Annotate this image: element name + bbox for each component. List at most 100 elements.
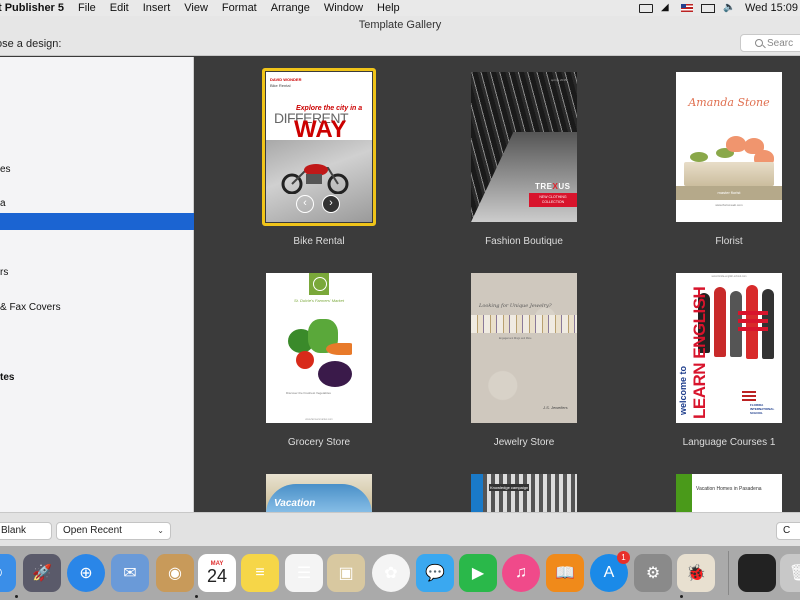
- menu-arrange[interactable]: Arrange: [271, 2, 310, 14]
- publisher-glyph: 🐞: [686, 565, 706, 582]
- next-page-button[interactable]: ›: [322, 195, 340, 213]
- template-thumbnail[interactable]: Vacation Homes in Pasadena: [676, 474, 782, 512]
- thumb-photo-strip: [471, 315, 577, 333]
- sidebar-item[interactable]: a: [0, 195, 194, 212]
- menu-view[interactable]: View: [184, 2, 208, 14]
- template-thumbnail[interactable]: Knowledge campaign: [471, 474, 577, 512]
- thumb-text: Vacation Homes in Pasadena: [696, 486, 762, 492]
- display-icon[interactable]: [700, 3, 715, 13]
- thumb-url: www.florida-english-school.com: [711, 275, 747, 278]
- dock: ☺ 🚀 ⊕ ✉ ◉ MAY24 ≡ ☰ ▣ ✿ 💬 ▶ ♫ 📖 A1 ⚙ 🐞 🗑: [0, 546, 800, 600]
- dock-contacts-icon[interactable]: ◉: [156, 554, 194, 592]
- template-gallery: DAVID WONDER Bike Rental Explore the cit…: [195, 57, 800, 512]
- app-store-glyph: A: [603, 564, 615, 581]
- dock-separator: [728, 551, 729, 595]
- open-recent-label: Open Recent: [63, 525, 122, 536]
- motorcycle-icon: [281, 164, 349, 194]
- menubar: t Publisher 5 File Edit Insert View Form…: [0, 0, 800, 16]
- dock-facetime-icon[interactable]: ▶: [459, 554, 497, 592]
- thumb-small: www.florist-web.com: [715, 203, 743, 207]
- open-recent-dropdown[interactable]: Open Recent ⌄: [56, 522, 171, 540]
- thumb-url: www.farmersmarket.com: [305, 418, 333, 421]
- template-caption: Language Courses 1: [682, 437, 776, 448]
- thumb-banner: NEW CLOTHING COLLECTION: [529, 193, 577, 207]
- thumb-sub: Bike Rental: [270, 83, 291, 88]
- sidebar-section-header: tes: [0, 372, 15, 383]
- system-preferences-glyph: ⚙: [645, 565, 661, 582]
- trash-glyph: 🗑: [788, 565, 800, 582]
- template-thumbnail[interactable]: St. Dulcie's Farmers' Market Discover th…: [266, 273, 372, 423]
- safari-glyph: ⊕: [79, 565, 93, 582]
- dock-safari-icon[interactable]: ⊕: [67, 554, 105, 592]
- dock-trash-icon[interactable]: 🗑: [780, 554, 800, 592]
- sidebar-item-selected[interactable]: [0, 213, 194, 230]
- sidebar-item-fax-covers[interactable]: & Fax Covers: [0, 299, 194, 316]
- template-caption: Fashion Boutique: [485, 236, 563, 247]
- menu-format[interactable]: Format: [222, 2, 257, 14]
- category-sidebar: es a rs & Fax Covers tes: [0, 57, 194, 512]
- previous-page-button[interactable]: ‹: [296, 195, 314, 213]
- menu-edit[interactable]: Edit: [110, 2, 129, 14]
- chevron-updown-icon: ⌄: [157, 526, 164, 535]
- dock-launchpad-icon[interactable]: 🚀: [23, 554, 61, 592]
- menu-insert[interactable]: Insert: [143, 2, 171, 14]
- dock-preview-icon[interactable]: ▣: [327, 554, 365, 592]
- dock-ibooks-icon[interactable]: 📖: [546, 554, 584, 592]
- blank-button[interactable]: Blank: [0, 522, 52, 540]
- template-caption: Grocery Store: [287, 437, 351, 448]
- volume-icon[interactable]: 🔈: [723, 3, 737, 13]
- thumb-brand: DAVID WONDER: [270, 77, 302, 82]
- menu-file[interactable]: File: [78, 2, 96, 14]
- running-indicator: [195, 595, 198, 598]
- dock-system-preferences-icon[interactable]: ⚙: [634, 554, 672, 592]
- thumb-pattern: [471, 273, 577, 423]
- toolbar: ose a design: Searc: [0, 34, 800, 56]
- dock-publisher-icon[interactable]: 🐞: [677, 554, 715, 592]
- airplay-icon[interactable]: [638, 3, 653, 13]
- template-thumbnail[interactable]: spring 2015 TREXUS NEW CLOTHING COLLECTI…: [471, 72, 577, 222]
- template-caption: Bike Rental: [293, 236, 345, 247]
- thumb-welcome: welcome to: [678, 365, 688, 415]
- choose-button[interactable]: C: [776, 522, 800, 540]
- dock-finder-icon[interactable]: ☺: [0, 554, 16, 592]
- contacts-glyph: ◉: [168, 565, 182, 582]
- template-thumbnail[interactable]: Amanda Stone master florist www.florist-…: [676, 72, 782, 222]
- dock-app-store-icon[interactable]: A1: [590, 551, 630, 592]
- speaker-icon[interactable]: ◢: [661, 3, 673, 13]
- thumb-name: Amanda Stone: [688, 96, 770, 109]
- dock-mail-stamp-icon[interactable]: ✉: [111, 554, 149, 592]
- sidebar-item[interactable]: rs: [0, 264, 194, 281]
- thumb-photo: [483, 474, 577, 512]
- thumb-title: St. Dulcie's Farmers' Market: [294, 298, 344, 303]
- running-indicator: [680, 595, 683, 598]
- menu-help[interactable]: Help: [377, 2, 400, 14]
- veg-shape: [296, 351, 314, 369]
- template-thumbnail[interactable]: Looking for Unique Jewelry? Engagement R…: [471, 273, 577, 423]
- menu-window[interactable]: Window: [324, 2, 363, 14]
- photos-glyph: ✿: [384, 565, 398, 582]
- flower-shape: [726, 136, 746, 152]
- thumb-head: Knowledge campaign: [489, 484, 530, 491]
- dock-messages-icon[interactable]: 💬: [416, 554, 454, 592]
- mail-stamp-glyph: ✉: [123, 565, 137, 582]
- app-menu[interactable]: t Publisher 5: [0, 2, 64, 14]
- dock-calendar-icon[interactable]: MAY 24: [198, 554, 236, 592]
- dock-photos-icon[interactable]: ✿: [372, 554, 410, 592]
- dock-notes-icon[interactable]: ≡: [241, 554, 279, 592]
- thumb-green: [676, 474, 692, 512]
- thumb-learn: LEARN ENGLISH: [690, 286, 709, 419]
- search-field[interactable]: Searc: [740, 34, 800, 52]
- dock-itunes-icon[interactable]: ♫: [502, 554, 540, 592]
- veg-shape: [326, 343, 352, 355]
- template-thumbnail[interactable]: Vacation: [266, 474, 372, 512]
- dock-reminders-icon[interactable]: ☰: [285, 554, 323, 592]
- leaf-shape: [690, 152, 708, 162]
- clock[interactable]: Wed 15:09: [745, 2, 798, 14]
- template-thumbnail[interactable]: DAVID WONDER Bike Rental Explore the cit…: [266, 72, 372, 222]
- sidebar-item[interactable]: es: [0, 161, 194, 178]
- dock-screen-thumbnail-icon[interactable]: [738, 554, 776, 592]
- thumb-school: FLORIDA INTERNATIONAL SCHOOL: [750, 403, 775, 415]
- finder-glyph: ☺: [0, 564, 5, 582]
- us-flag-icon[interactable]: [680, 4, 693, 12]
- template-thumbnail[interactable]: www.florida-english-school.com welcome t…: [676, 273, 782, 423]
